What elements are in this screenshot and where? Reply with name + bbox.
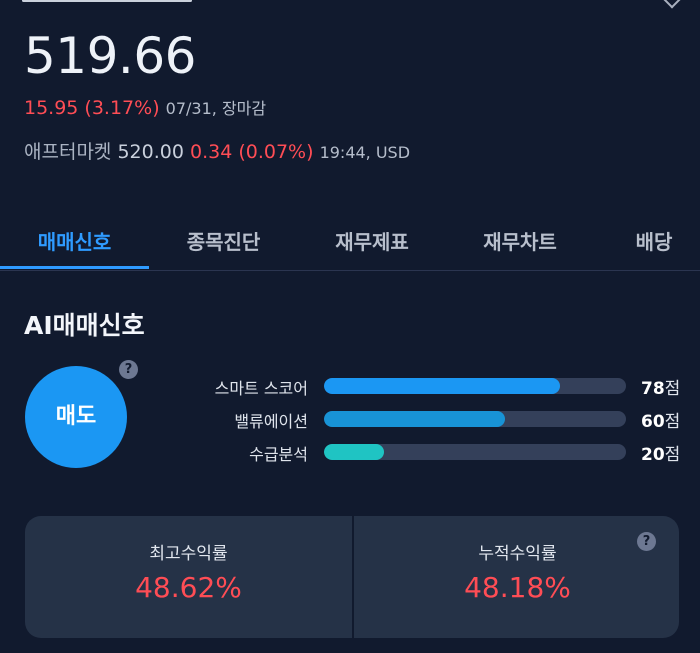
tab-financial-chart[interactable]: 재무차트 — [446, 222, 594, 268]
price-change-line: 15.95 (3.17%) 07/31, 장마감 — [24, 95, 266, 122]
current-price: 519.66 — [24, 27, 196, 85]
after-market-change: 0.34 (0.07%) — [189, 141, 314, 163]
signal-badge: 매도 — [25, 366, 127, 468]
max-return-label: 최고수익률 — [149, 544, 228, 564]
tab-diagnosis[interactable]: 종목진단 — [149, 222, 298, 268]
chevron-down-icon[interactable] — [663, 0, 681, 9]
metric-score-valuation: 60점 — [641, 412, 681, 432]
tab-dividend[interactable]: 배당 — [594, 222, 700, 268]
after-market-time: 19:44, USD — [319, 143, 411, 162]
metric-label-supply-demand: 수급분석 — [249, 445, 308, 464]
market-status: 07/31, 장마감 — [165, 99, 267, 118]
metric-bar-smart-score — [324, 378, 626, 394]
after-market-price: 520.00 — [117, 141, 184, 163]
stock-name-clipped — [22, 0, 212, 4]
metric-bar-valuation — [324, 411, 626, 427]
metric-score-smart-score: 78점 — [641, 379, 681, 399]
metric-label-smart-score: 스마트 스코어 — [214, 379, 308, 398]
cumulative-return-label: 누적수익률 — [478, 544, 557, 564]
tab-financial-statements[interactable]: 재무제표 — [298, 222, 446, 268]
after-market-line: 애프터마켓 520.00 0.34 (0.07%) 19:44, USD — [24, 139, 410, 166]
tab-bar: 매매신호 종목진단 재무제표 재무차트 배당 — [0, 222, 700, 271]
max-return-value: 48.62% — [135, 571, 242, 604]
section-title: AI매매신호 — [24, 311, 145, 340]
help-icon[interactable]: ? — [119, 360, 138, 379]
metric-label-valuation: 밸류에이션 — [234, 412, 308, 431]
cumulative-return: 누적수익률 48.18% — [354, 516, 681, 638]
active-tab-indicator — [0, 266, 149, 269]
max-return: 최고수익률 48.62% — [25, 516, 352, 638]
metric-score-supply-demand: 20점 — [641, 445, 681, 465]
tab-signal[interactable]: 매매신호 — [0, 222, 149, 268]
cumulative-return-value: 48.18% — [464, 571, 571, 604]
metric-fill — [324, 444, 385, 460]
help-icon[interactable]: ? — [637, 532, 656, 551]
metric-bar-supply-demand — [324, 444, 626, 460]
metric-fill — [324, 411, 506, 427]
returns-card: 최고수익률 48.62% 누적수익률 48.18% ? — [25, 516, 679, 638]
price-change: 15.95 (3.17%) — [24, 97, 160, 119]
after-market-label: 애프터마켓 — [24, 141, 112, 163]
metric-fill — [324, 378, 560, 394]
